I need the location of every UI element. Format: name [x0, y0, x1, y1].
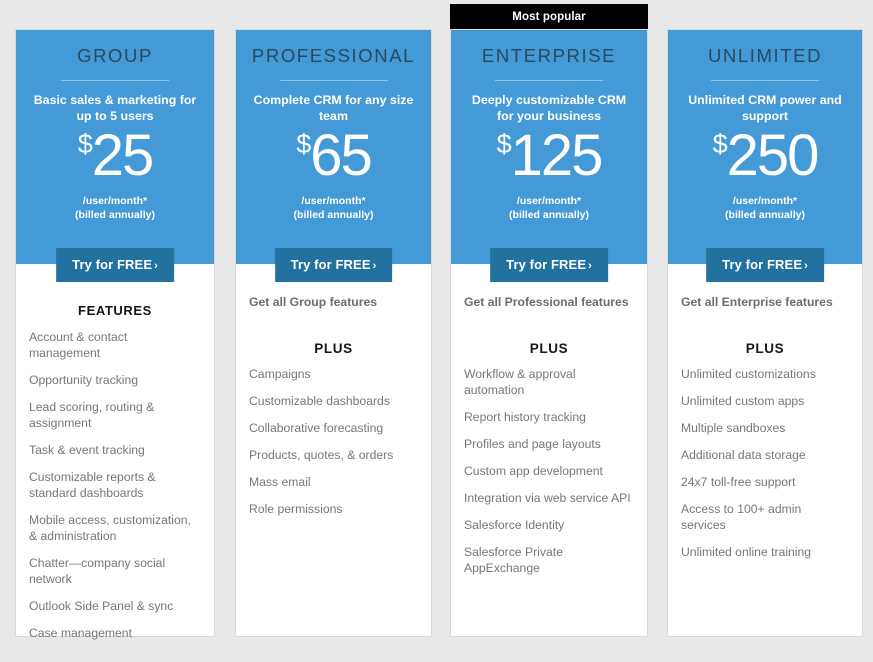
list-item: Mass email [249, 475, 311, 489]
list-item: Account & contact management [29, 330, 128, 360]
price-amount: 250 [726, 122, 820, 188]
list-item: Collaborative forecasting [249, 421, 384, 435]
price-unit-group: /user/month* [82, 194, 148, 207]
try-for-free-button-professional[interactable]: Try for FREE › [274, 248, 393, 282]
price-unit-unlimited: /user/month* [732, 194, 798, 207]
plan-header-enterprise: ENTERPRISE Deeply customizable CRM for y… [451, 30, 647, 282]
list-item: Outlook Side Panel & sync [29, 599, 174, 613]
plan-price-unlimited: $250 [678, 126, 852, 185]
plan-tagline-unlimited: Unlimited CRM power and support [688, 92, 842, 123]
plus-heading-enterprise: PLUS [529, 341, 569, 356]
feature-list-professional: Campaigns Customizable dashboards Collab… [249, 366, 418, 517]
plan-card-unlimited[interactable]: UNLIMITED Unlimited CRM power and suppor… [667, 29, 863, 637]
plan-price-enterprise: $125 [461, 126, 637, 185]
list-item: Salesforce Private AppExchange [464, 545, 563, 575]
cta-label: Try for FREE [506, 257, 587, 272]
try-for-free-button-group[interactable]: Try for FREE › [56, 248, 174, 282]
cta-label: Try for FREE [72, 257, 153, 272]
list-item: Campaigns [249, 367, 311, 381]
list-item: Access to 100+ admin services [681, 502, 802, 532]
price-currency: $ [77, 128, 93, 159]
title-divider [279, 79, 388, 81]
most-popular-badge: Most popular [450, 4, 648, 29]
list-item: Profiles and page layouts [464, 437, 601, 451]
price-unit-enterprise: /user/month* [516, 194, 582, 207]
plan-tagline-enterprise: Deeply customizable CRM for your busines… [471, 92, 627, 123]
list-item: Workflow & approval automation [464, 367, 576, 397]
list-item: Multiple sandboxes [681, 421, 786, 435]
cta-label: Try for FREE [290, 257, 371, 272]
chevron-right-icon: › [154, 260, 158, 272]
inherits-label-enterprise: Get all Professional features [464, 295, 629, 309]
plan-price-professional: $65 [246, 126, 421, 185]
feature-list-enterprise: Workflow & approval automation Report hi… [464, 366, 634, 576]
list-item: Customizable reports & standard dashboar… [29, 470, 156, 500]
plan-tagline-group: Basic sales & marketing for up to 5 user… [33, 92, 197, 123]
cta-label: Try for FREE [722, 257, 803, 272]
list-item: Unlimited custom apps [681, 394, 805, 408]
list-item: Task & event tracking [29, 443, 145, 457]
plan-title-enterprise: ENTERPRISE [481, 45, 617, 66]
list-item: Products, quotes, & orders [249, 448, 394, 462]
plan-title-group: GROUP [77, 45, 153, 66]
chevron-right-icon: › [588, 260, 592, 272]
price-currency: $ [296, 128, 311, 159]
list-item: 24x7 toll-free support [681, 475, 796, 489]
price-billing-unlimited: (billed annually) [725, 208, 805, 221]
plan-card-group[interactable]: GROUP Basic sales & marketing for up to … [15, 29, 215, 640]
list-item: Additional data storage [681, 448, 806, 462]
list-item: Report history tracking [464, 410, 586, 424]
title-divider [495, 79, 603, 81]
list-item: Unlimited online training [681, 545, 812, 559]
list-item: Mobile access, customization, & administ… [29, 513, 191, 543]
price-amount: 25 [91, 122, 154, 188]
price-amount: 125 [510, 122, 604, 188]
feature-list-group: Account & contact management Opportunity… [29, 329, 201, 641]
price-currency: $ [712, 128, 728, 159]
list-item: Salesforce Identity [464, 518, 565, 532]
list-item: Integration via web service API [464, 491, 631, 505]
try-for-free-button-enterprise[interactable]: Try for FREE › [490, 248, 608, 282]
plan-body-unlimited: Get all Enterprise features PLUS Unlimit… [668, 264, 862, 636]
list-item: Custom app development [464, 464, 603, 478]
plan-header-group: GROUP Basic sales & marketing for up to … [16, 30, 214, 282]
chevron-right-icon: › [372, 260, 377, 272]
price-billing-professional: (billed annually) [293, 208, 374, 221]
title-divider [711, 79, 819, 81]
price-unit-professional: /user/month* [301, 194, 366, 207]
list-item: Unlimited customizations [681, 367, 816, 381]
inherits-label-professional: Get all Group features [249, 295, 377, 309]
plus-heading-unlimited: PLUS [745, 341, 785, 356]
list-item: Customizable dashboards [249, 394, 390, 408]
most-popular-badge-label: Most popular [512, 10, 586, 23]
title-divider [61, 79, 169, 81]
price-currency: $ [496, 128, 512, 159]
list-item: Role permissions [249, 502, 343, 516]
chevron-right-icon: › [804, 260, 808, 272]
plus-heading-professional: PLUS [314, 341, 353, 356]
plan-card-enterprise[interactable]: ENTERPRISE Deeply customizable CRM for y… [450, 29, 648, 637]
inherits-label-unlimited: Get all Enterprise features [681, 295, 833, 309]
plan-title-unlimited: UNLIMITED [707, 45, 823, 66]
plan-price-group: $25 [26, 126, 204, 185]
feature-list-unlimited: Unlimited customizations Unlimited custo… [681, 366, 849, 560]
plan-body-professional: Get all Group features PLUS Campaigns Cu… [236, 264, 431, 636]
list-item: Chatter—company social network [29, 556, 166, 586]
list-item: Opportunity tracking [29, 373, 139, 387]
features-heading-group: FEATURES [78, 303, 152, 318]
try-for-free-button-unlimited[interactable]: Try for FREE › [706, 248, 824, 282]
plan-title-professional: PROFESSIONAL [251, 45, 416, 66]
plan-header-unlimited: UNLIMITED Unlimited CRM power and suppor… [668, 30, 862, 282]
pricing-table: Most popular GROUP Basic sales & marketi… [0, 0, 873, 642]
list-item: Case management [29, 626, 132, 640]
plan-body-group: FEATURES Account & contact management Op… [16, 264, 214, 662]
plan-tagline-professional: Complete CRM for any size team [253, 92, 414, 123]
list-item: Lead scoring, routing & assignment [29, 400, 155, 430]
plan-header-professional: PROFESSIONAL Complete CRM for any size t… [236, 30, 431, 282]
price-amount: 65 [310, 122, 372, 188]
plan-card-professional[interactable]: PROFESSIONAL Complete CRM for any size t… [235, 29, 432, 637]
plan-body-enterprise: Get all Professional features PLUS Workf… [451, 264, 647, 636]
price-billing-group: (billed annually) [75, 208, 155, 221]
price-billing-enterprise: (billed annually) [509, 208, 589, 221]
